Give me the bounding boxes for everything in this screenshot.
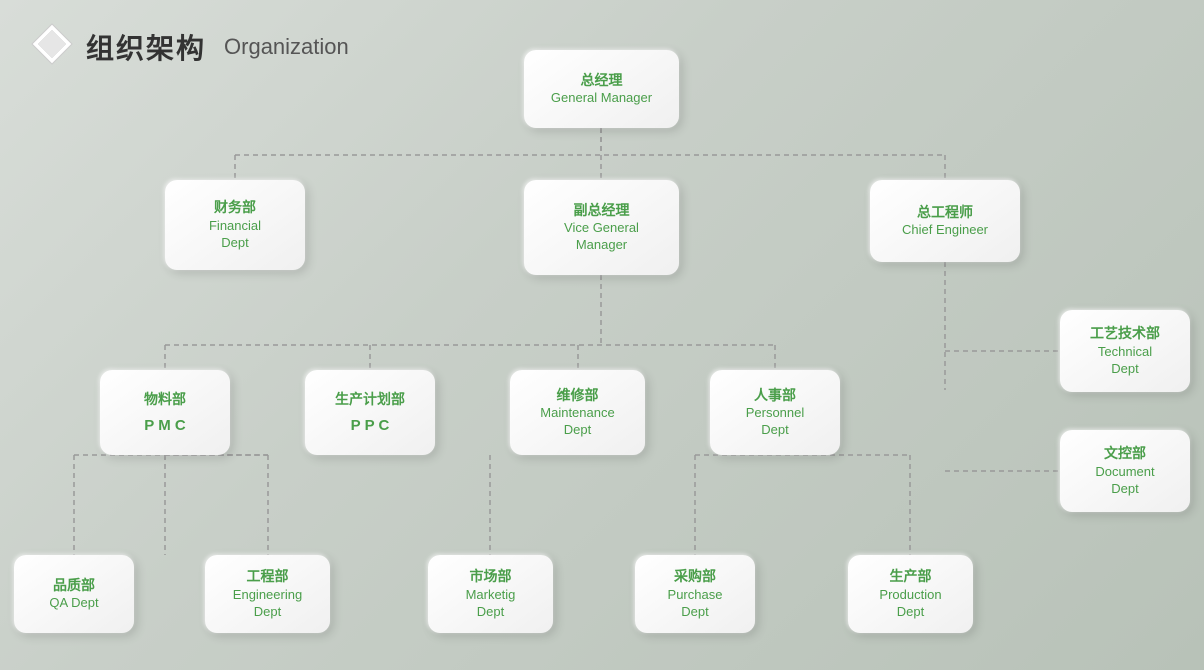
node-personnel: 人事部 PersonnelDept bbox=[710, 370, 840, 455]
gm-cn: 总经理 bbox=[581, 71, 623, 91]
qa-en: QA Dept bbox=[49, 595, 98, 612]
node-pmc: 物料部 P M C bbox=[100, 370, 230, 455]
fin-en: FinancialDept bbox=[209, 218, 261, 252]
node-chief-engineer: 总工程师 Chief Engineer bbox=[870, 180, 1020, 262]
gm-en: General Manager bbox=[551, 90, 652, 107]
qa-cn: 品质部 bbox=[53, 576, 95, 596]
pmc-cn: 物料部 bbox=[144, 390, 186, 410]
node-general-manager: 总经理 General Manager bbox=[524, 50, 679, 128]
header-title-en: Organization bbox=[224, 34, 349, 60]
doc-cn: 文控部 bbox=[1104, 444, 1146, 464]
prod-en: ProductionDept bbox=[879, 587, 941, 621]
node-vice-general-manager: 副总经理 Vice GeneralManager bbox=[524, 180, 679, 275]
node-document-dept: 文控部 DocumentDept bbox=[1060, 430, 1190, 512]
pmc-en: P M C bbox=[144, 416, 185, 436]
mkt-en: MarketigDept bbox=[466, 587, 516, 621]
ce-en: Chief Engineer bbox=[902, 222, 988, 239]
tech-en: TechnicalDept bbox=[1098, 344, 1152, 378]
pur-en: PurchaseDept bbox=[668, 587, 723, 621]
org-chart: 组织架构 Organization 总经理 General Manager 财务… bbox=[0, 0, 1204, 670]
fin-cn: 财务部 bbox=[214, 198, 256, 218]
ppc-cn: 生产计划部 bbox=[335, 390, 405, 410]
page-header: 组织架构 Organization bbox=[0, 0, 379, 93]
node-maintenance: 维修部 MaintenanceDept bbox=[510, 370, 645, 455]
pers-cn: 人事部 bbox=[754, 386, 796, 406]
tech-cn: 工艺技术部 bbox=[1090, 324, 1160, 344]
vgm-cn: 副总经理 bbox=[574, 201, 630, 221]
pers-en: PersonnelDept bbox=[746, 405, 805, 439]
diamond-icon bbox=[30, 22, 74, 71]
node-qa-dept: 品质部 QA Dept bbox=[14, 555, 134, 633]
node-financial-dept: 财务部 FinancialDept bbox=[165, 180, 305, 270]
eng-en: EngineeringDept bbox=[233, 587, 302, 621]
doc-en: DocumentDept bbox=[1095, 464, 1154, 498]
node-marketing-dept: 市场部 MarketigDept bbox=[428, 555, 553, 633]
prod-cn: 生产部 bbox=[890, 567, 932, 587]
vgm-en: Vice GeneralManager bbox=[564, 220, 639, 254]
node-purchase-dept: 采购部 PurchaseDept bbox=[635, 555, 755, 633]
header-title-cn: 组织架构 bbox=[86, 27, 206, 67]
node-production-dept: 生产部 ProductionDept bbox=[848, 555, 973, 633]
node-ppc: 生产计划部 P P C bbox=[305, 370, 435, 455]
mkt-cn: 市场部 bbox=[470, 567, 512, 587]
ppc-en: P P C bbox=[351, 416, 390, 436]
maint-cn: 维修部 bbox=[557, 386, 599, 406]
node-technical-dept: 工艺技术部 TechnicalDept bbox=[1060, 310, 1190, 392]
pur-cn: 采购部 bbox=[674, 567, 716, 587]
eng-cn: 工程部 bbox=[247, 567, 289, 587]
maint-en: MaintenanceDept bbox=[540, 405, 614, 439]
node-engineering-dept: 工程部 EngineeringDept bbox=[205, 555, 330, 633]
ce-cn: 总工程师 bbox=[917, 203, 973, 223]
